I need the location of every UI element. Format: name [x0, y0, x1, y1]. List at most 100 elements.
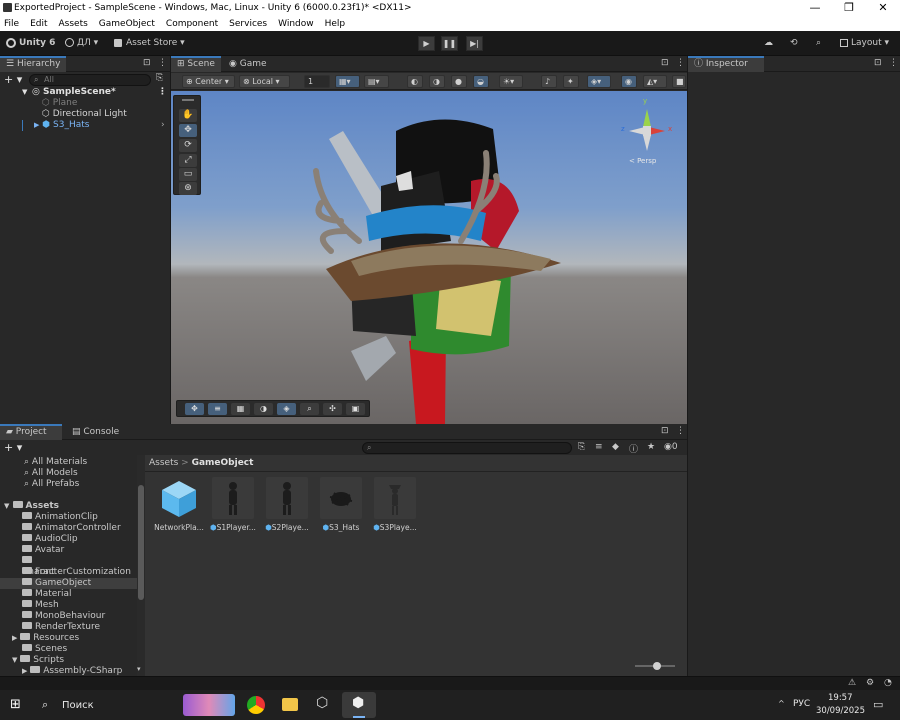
scene-viewport[interactable]: y x z < Persp ✋ ✥ ⟳ ⤢ ▭ ⊛ ✥ ≡ ▦ ◑ ◈ ⌕ ✣ … — [171, 91, 687, 424]
menu-assets[interactable]: Assets — [59, 19, 88, 29]
asset-s3player[interactable]: ⬢S3Playe... — [369, 477, 421, 532]
minimize-button[interactable]: — — [798, 0, 832, 16]
tree-item-scripts[interactable]: ▼ Scripts — [0, 655, 137, 666]
search-icon[interactable]: ⌕ — [816, 36, 821, 51]
layers-icon[interactable]: ◈▾ — [587, 75, 611, 88]
tree-item-mesh[interactable]: Mesh — [0, 600, 137, 611]
snap-increment-icon[interactable]: ▤▾ — [364, 75, 389, 88]
scene-search-icon[interactable]: ⎘ — [156, 73, 163, 83]
scrollbar-thumb[interactable] — [138, 485, 144, 600]
windows-start-icon[interactable]: ⊞ — [10, 697, 21, 712]
grid-snap-icon[interactable]: ▦▾ — [335, 75, 360, 88]
label-icon[interactable]: ◆ — [612, 442, 619, 452]
cloud-icon[interactable]: ☁ — [764, 36, 773, 51]
asset-s1player[interactable]: ⬢S1Player... — [207, 477, 259, 532]
panel-menu-icon[interactable]: ⋮ — [676, 426, 685, 436]
hierarchy-item-light[interactable]: ⬡ Directional Light — [0, 109, 170, 120]
lighting-icon[interactable]: ☀▾ — [499, 75, 523, 88]
draw-mode-icon[interactable]: ◐ — [407, 75, 423, 88]
rotate-icon[interactable]: ◑ — [254, 403, 273, 415]
tree-item-material[interactable]: Material — [0, 589, 137, 600]
bug-report-icon[interactable]: ⚠ — [848, 678, 856, 688]
asset-s3-hats[interactable]: ⬢S3_Hats — [315, 477, 367, 532]
camera-icon[interactable]: ▣ — [346, 403, 365, 415]
tab-inspector[interactable]: ⓘ Inspector — [688, 56, 764, 72]
menu-window[interactable]: Window — [278, 19, 314, 29]
hierarchy-search-input[interactable]: ⌕ All — [29, 74, 151, 86]
transform-tool-icon[interactable]: ⊛ — [179, 182, 197, 195]
tree-scrollbar[interactable]: ▾ — [137, 455, 145, 676]
tree-item-charactercustomization[interactable]: CharacterCustomization — [0, 556, 137, 577]
snap-icon[interactable]: ◈ — [277, 403, 296, 415]
menu-help[interactable]: Help — [325, 19, 346, 29]
scroll-down-icon[interactable]: ▾ — [137, 665, 141, 673]
chrome-icon[interactable] — [247, 696, 265, 714]
tree-item-assets[interactable]: ▼ Assets — [0, 501, 137, 512]
tree-item-assembly-csharp[interactable]: ▶ Assembly-CSharp — [0, 666, 137, 676]
auto-refresh-icon[interactable]: ◔ — [884, 678, 892, 688]
info-icon[interactable]: ⓘ — [629, 442, 638, 455]
grid-icon[interactable]: ▦ — [231, 403, 250, 415]
hierarchy-item-scene[interactable]: ▼ ◎ SampleScene* ⋮ — [0, 87, 170, 98]
notification-icon[interactable]: ▭ — [873, 698, 883, 711]
menu-services[interactable]: Services — [229, 19, 267, 29]
unity-hub-icon[interactable]: ⬡ — [316, 695, 328, 711]
menu-file[interactable]: File — [4, 19, 19, 29]
panel-menu-icon[interactable]: ⋮ — [889, 58, 898, 68]
tree-item-gameobject[interactable]: GameObject — [0, 578, 137, 589]
tab-scene[interactable]: ⊞ Scene — [171, 56, 221, 72]
tree-item-rendertexture[interactable]: RenderTexture — [0, 622, 137, 633]
shaded-icon[interactable]: ● — [451, 75, 467, 88]
tab-project[interactable]: ▰ Project — [0, 424, 62, 440]
move-tool-icon[interactable]: ✥ — [179, 124, 197, 137]
gizmos-icon[interactable]: ◭▾ — [643, 75, 667, 88]
camera-icon[interactable]: ■ — [672, 75, 686, 88]
pause-button[interactable]: ❚❚ — [441, 36, 458, 51]
unity-version-button[interactable]: Unity 6 — [6, 36, 55, 51]
taskbar-search[interactable]: ⌕ Поиск — [30, 692, 175, 718]
maximize-button[interactable]: ❐ — [832, 0, 866, 16]
hidden-packages-icon[interactable]: ◉0 — [664, 442, 678, 452]
search-by-type-icon[interactable]: ⎘ — [578, 442, 585, 452]
create-asset-button[interactable]: + ▾ — [4, 441, 22, 454]
layout-button[interactable]: Layout ▾ — [840, 36, 889, 51]
effects-icon[interactable]: ✦ — [563, 75, 579, 88]
scene-menu-icon[interactable]: ⋮ — [158, 87, 167, 98]
project-search-input[interactable]: ⌕ — [362, 442, 572, 454]
progress-icon[interactable]: ⚙ — [866, 678, 874, 688]
breadcrumb-gameobject[interactable]: GameObject — [192, 458, 254, 468]
tree-item-resources[interactable]: ▶ Resources — [0, 633, 137, 644]
tree-item-animationclip[interactable]: AnimationClip — [0, 512, 137, 523]
account-button[interactable]: ДЛ ▾ — [65, 36, 98, 51]
tree-item-monobehaviour[interactable]: MonoBehaviour — [0, 611, 137, 622]
projection-label[interactable]: < Persp — [629, 157, 656, 165]
menu-edit[interactable]: Edit — [30, 19, 47, 29]
file-explorer-icon[interactable] — [282, 698, 298, 711]
pivot-icon[interactable]: ✣ — [323, 403, 342, 415]
zoom-slider[interactable] — [635, 662, 675, 670]
tab-game[interactable]: ◉ Game — [223, 56, 273, 72]
tray-chevron-icon[interactable]: ^ — [778, 699, 785, 708]
asset-store-button[interactable]: Asset Store ▾ — [114, 36, 185, 51]
rect-tool-icon[interactable]: ▭ — [179, 168, 197, 181]
tree-item-animatorcontroller[interactable]: AnimatorController — [0, 523, 137, 534]
breadcrumb-assets[interactable]: Assets — [149, 458, 178, 468]
zoom-icon[interactable]: ⌕ — [300, 403, 319, 415]
prefab-open-icon[interactable]: › — [161, 120, 165, 131]
wireframe-icon[interactable]: ◑ — [429, 75, 445, 88]
tab-console[interactable]: ▤ Console — [66, 424, 125, 440]
move-icon[interactable]: ✥ — [185, 403, 204, 415]
close-button[interactable]: ✕ — [866, 0, 900, 16]
filter-icon[interactable]: ≡ — [595, 442, 603, 452]
audio-icon[interactable]: ♪ — [541, 75, 557, 88]
step-button[interactable]: ▶| — [466, 36, 483, 51]
clock-date[interactable]: 30/09/2025 — [816, 706, 865, 716]
asset-s2player[interactable]: ⬢S2Playe... — [261, 477, 313, 532]
lock-icon[interactable]: ⊡ — [661, 58, 669, 68]
widgets-icon[interactable] — [183, 694, 235, 716]
hierarchy-item-s3-hats[interactable]: ▶ ⬢ S3_Hats › — [0, 120, 170, 131]
panel-menu-icon[interactable]: ⋮ — [676, 58, 685, 68]
orientation-gizmo[interactable]: y x z < Persp — [619, 97, 675, 167]
tree-item-font[interactable]: Font — [0, 567, 137, 578]
unity-editor-taskbar-button[interactable]: ⬢ — [342, 692, 376, 718]
